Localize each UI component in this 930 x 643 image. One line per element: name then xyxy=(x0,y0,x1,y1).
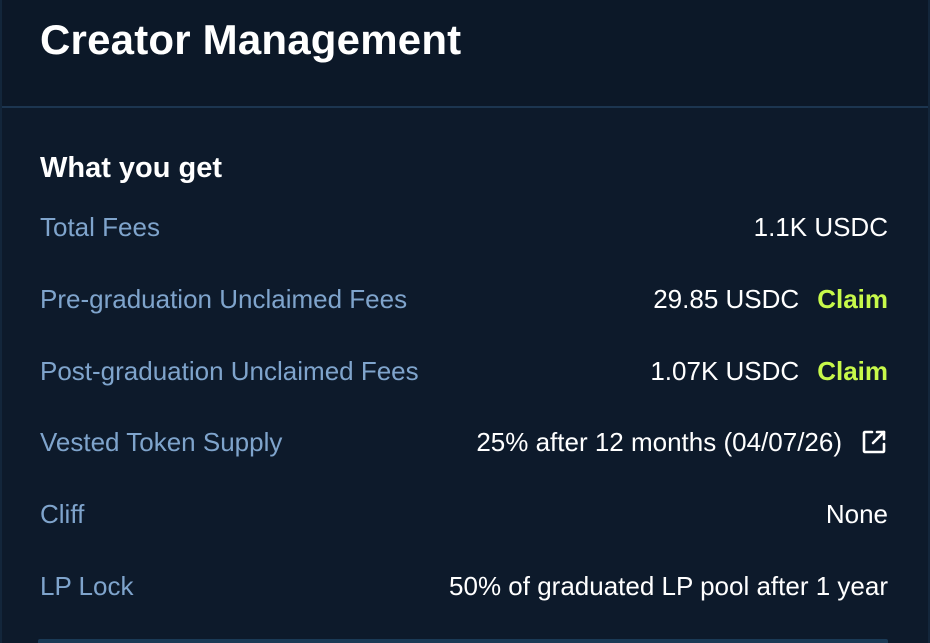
row-value: 29.85 USDC xyxy=(653,283,800,314)
row-value-group: None xyxy=(826,499,888,530)
row-label: Pre-graduation Unclaimed Fees xyxy=(40,283,408,314)
row-label: Post-graduation Unclaimed Fees xyxy=(40,355,419,386)
claim-post-graduation-button[interactable]: Claim xyxy=(817,356,888,387)
row-post-graduation-fees: Post-graduation Unclaimed Fees 1.07K USD… xyxy=(40,351,888,391)
row-value-group: 1.07K USDC Claim xyxy=(650,356,888,387)
row-value: 50% of graduated LP pool after 1 year xyxy=(449,570,888,601)
claim-pre-graduation-button[interactable]: Claim xyxy=(817,284,888,315)
page-title: Creator Management xyxy=(40,16,462,63)
row-value-group: 29.85 USDC Claim xyxy=(653,284,888,315)
row-value: None xyxy=(825,498,888,529)
creator-management-panel: Creator Management What you get Total Fe… xyxy=(0,0,930,643)
row-value: 1.1K USDC xyxy=(753,211,888,242)
row-label: Vested Token Supply xyxy=(40,426,283,457)
row-label: Cliff xyxy=(40,498,85,529)
row-label: LP Lock xyxy=(40,570,134,601)
row-pre-graduation-fees: Pre-graduation Unclaimed Fees 29.85 USDC… xyxy=(40,279,888,319)
row-label: Total Fees xyxy=(40,211,160,242)
external-link-icon[interactable] xyxy=(860,428,888,456)
row-total-fees: Total Fees 1.1K USDC xyxy=(40,207,888,247)
row-vested-token-supply: Vested Token Supply 25% after 12 months … xyxy=(40,422,888,462)
row-value-group: 1.1K USDC xyxy=(754,212,888,243)
row-value-group: 25% after 12 months (04/07/26) xyxy=(476,427,888,458)
row-value-group: 50% of graduated LP pool after 1 year xyxy=(449,571,888,602)
row-value: 25% after 12 months (04/07/26) xyxy=(476,426,842,457)
row-cliff: Cliff None xyxy=(40,494,888,534)
row-lp-lock: LP Lock 50% of graduated LP pool after 1… xyxy=(40,566,888,606)
section-title: What you get xyxy=(40,152,223,184)
row-value: 1.07K USDC xyxy=(650,355,800,386)
panel-header: Creator Management xyxy=(2,0,928,108)
next-card-edge xyxy=(38,639,888,643)
